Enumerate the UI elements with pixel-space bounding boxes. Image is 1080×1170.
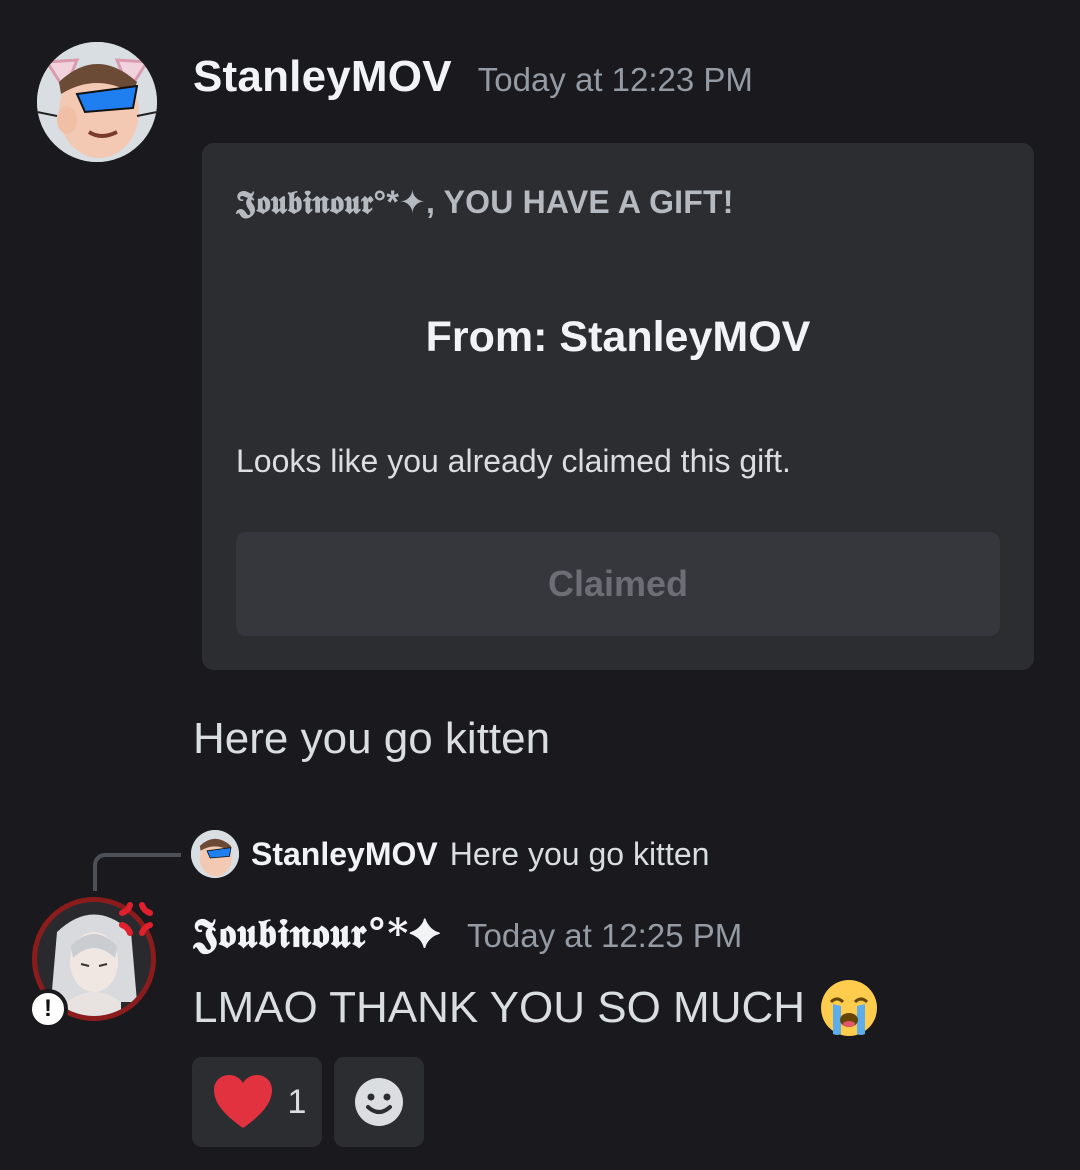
avatar-stanley-image (37, 42, 157, 162)
warning-badge: ! (28, 989, 68, 1029)
anger-vein-icon (119, 902, 153, 936)
reply-reference[interactable]: StanleyMOV Here you go kitten (191, 830, 709, 878)
timestamp: Today at 12:23 PM (477, 61, 753, 98)
smiley-icon (355, 1078, 403, 1126)
reply-username[interactable]: StanleyMOV (251, 836, 438, 873)
reply-avatar (191, 830, 239, 878)
timestamp: Today at 12:25 PM (467, 917, 743, 954)
loudly-crying-emoji-icon (821, 980, 878, 1036)
message-text-content: LMAO THANK YOU SO MUCH (193, 983, 806, 1032)
reaction-count: 1 (287, 1082, 307, 1121)
reply-connector (93, 853, 181, 891)
message-header: 𝕵𝖔𝖚𝖇𝖎𝖓𝖔𝖚𝖗°*✦ Today at 12:25 PM (193, 910, 742, 957)
message-text: Here you go kitten (193, 714, 551, 763)
claimed-button[interactable]: Claimed (236, 532, 1000, 636)
reaction-heart[interactable]: 1 (192, 1057, 322, 1147)
username[interactable]: 𝕵𝖔𝖚𝖇𝖎𝖓𝖔𝖚𝖗°*✦ (193, 910, 441, 957)
message-header: StanleyMOV Today at 12:23 PM (193, 52, 753, 102)
avatar-stanley[interactable] (37, 42, 157, 162)
avatar-joubinour-wrap[interactable]: ! (28, 893, 160, 1029)
reactions: 1 (192, 1057, 424, 1147)
username[interactable]: StanleyMOV (193, 52, 452, 102)
heart-icon (213, 1075, 272, 1128)
gift-title: 𝕵𝖔𝖚𝖇𝖎𝖓𝖔𝖚𝖗°*✦, YOU HAVE A GIFT! (236, 184, 734, 220)
gift-from: From: StanleyMOV (425, 313, 811, 361)
gift-description: Looks like you already claimed this gift… (236, 443, 791, 479)
reply-text: Here you go kitten (449, 835, 710, 872)
add-reaction-button[interactable] (334, 1057, 424, 1147)
message-text: LMAO THANK YOU SO MUCH (193, 976, 881, 1040)
gift-embed: 𝕵𝖔𝖚𝖇𝖎𝖓𝖔𝖚𝖗°*✦, YOU HAVE A GIFT! From: Sta… (202, 143, 1034, 670)
